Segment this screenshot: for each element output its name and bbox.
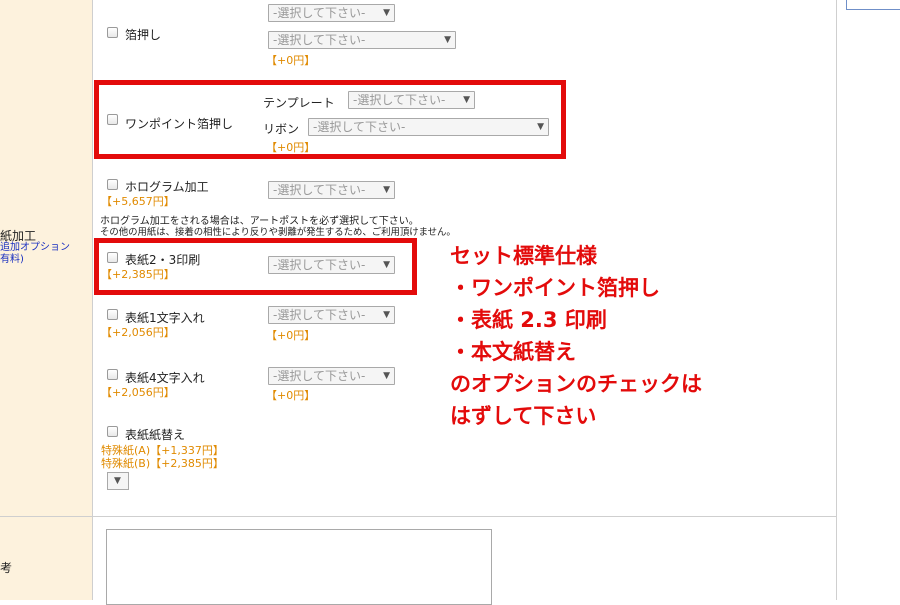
cover1text-checkbox[interactable] xyxy=(107,309,118,320)
coverpaper-checkbox[interactable] xyxy=(107,426,118,437)
corner-element xyxy=(846,0,900,10)
category-subtitle-2: 有料) xyxy=(0,254,24,265)
coverpaper-label: 表紙紙替え xyxy=(125,428,186,442)
hologram-checkbox[interactable] xyxy=(107,179,118,190)
onepoint-ribbon-select[interactable]: -選択して下さい- ▼ xyxy=(308,118,549,136)
row-divider xyxy=(0,516,837,517)
cover23-select[interactable]: -選択して下さい- ▼ xyxy=(268,256,395,274)
annotation-line-5: のオプションのチェックは xyxy=(450,372,702,396)
hologram-note-1: ホログラム加工をされる場合は、アートポストを必ず選択して下さい。 xyxy=(100,216,419,227)
onepoint-label: ワンポイント箔押し xyxy=(125,117,234,131)
cover1text-price: 【+2,056円】 xyxy=(101,326,175,339)
dropdown-arrow-icon: ▼ xyxy=(537,122,544,132)
cover1text-select[interactable]: -選択して下さい- ▼ xyxy=(268,306,395,324)
coverpaper-special-b: 特殊紙(B)【+2,385円】 xyxy=(101,457,224,470)
cover1text-select-price: 【+0円】 xyxy=(266,329,316,342)
cover23-checkbox[interactable] xyxy=(107,252,118,263)
cover1text-select-value: -選択して下さい- xyxy=(273,308,366,322)
hologram-note-2: その他の用紙は、接着の相性により反りや剥離が発生するため、ご利用頂けません。 xyxy=(100,227,456,238)
haku-select-2-value: -選択して下さい- xyxy=(273,33,366,47)
dropdown-arrow-icon: ▼ xyxy=(383,185,390,195)
annotation-line-3: ・表紙 2.3 印刷 xyxy=(450,308,607,332)
onepoint-price: 【+0円】 xyxy=(266,141,316,154)
haku-select-1-value: -選択して下さい- xyxy=(273,6,366,20)
onepoint-template-select[interactable]: -選択して下さい- ▼ xyxy=(348,91,475,109)
haku-label: 箔押し xyxy=(125,28,162,42)
hologram-select-value: -選択して下さい- xyxy=(273,183,366,197)
label-column xyxy=(0,0,92,600)
cover4text-price: 【+2,056円】 xyxy=(101,386,175,399)
remarks-textarea[interactable] xyxy=(106,529,492,605)
annotation-line-2: ・ワンポイント箔押し xyxy=(450,276,660,300)
dropdown-arrow-icon: ▼ xyxy=(383,260,390,270)
dropdown-arrow-icon: ▼ xyxy=(383,8,390,18)
dropdown-arrow-icon: ▼ xyxy=(383,310,390,320)
haku-select-2[interactable]: -選択して下さい- ▼ xyxy=(268,31,456,49)
cover4text-checkbox[interactable] xyxy=(107,369,118,380)
dropdown-arrow-icon: ▼ xyxy=(463,95,470,105)
annotation-line-1: セット標準仕様 xyxy=(450,244,597,268)
haku-price: 【+0円】 xyxy=(266,54,316,67)
cover4text-select[interactable]: -選択して下さい- ▼ xyxy=(268,367,395,385)
hologram-select[interactable]: -選択して下さい- ▼ xyxy=(268,181,395,199)
haku-checkbox[interactable] xyxy=(107,27,118,38)
dropdown-arrow-icon: ▼ xyxy=(383,371,390,381)
annotation-line-6: はずして下さい xyxy=(450,404,597,428)
dropdown-arrow-icon: ▼ xyxy=(444,35,451,45)
cover4text-select-value: -選択して下さい- xyxy=(273,369,366,383)
right-border xyxy=(836,0,837,600)
coverpaper-select[interactable]: ▼ xyxy=(107,472,129,490)
remarks-label: 考 xyxy=(0,561,13,575)
cover23-select-value: -選択して下さい- xyxy=(273,258,366,272)
dropdown-arrow-icon: ▼ xyxy=(114,476,121,486)
onepoint-ribbon-select-value: -選択して下さい- xyxy=(313,120,406,134)
onepoint-template-label: テンプレート xyxy=(263,96,335,110)
haku-select-1[interactable]: -選択して下さい- ▼ xyxy=(268,4,395,22)
column-divider xyxy=(92,0,93,600)
onepoint-template-select-value: -選択して下さい- xyxy=(353,93,446,107)
cover23-price: 【+2,385円】 xyxy=(101,268,175,281)
hologram-price: 【+5,657円】 xyxy=(101,195,175,208)
cover4text-select-price: 【+0円】 xyxy=(266,389,316,402)
onepoint-ribbon-label: リボン xyxy=(263,122,300,136)
onepoint-checkbox[interactable] xyxy=(107,114,118,125)
annotation-line-4: ・本文紙替え xyxy=(450,340,576,364)
